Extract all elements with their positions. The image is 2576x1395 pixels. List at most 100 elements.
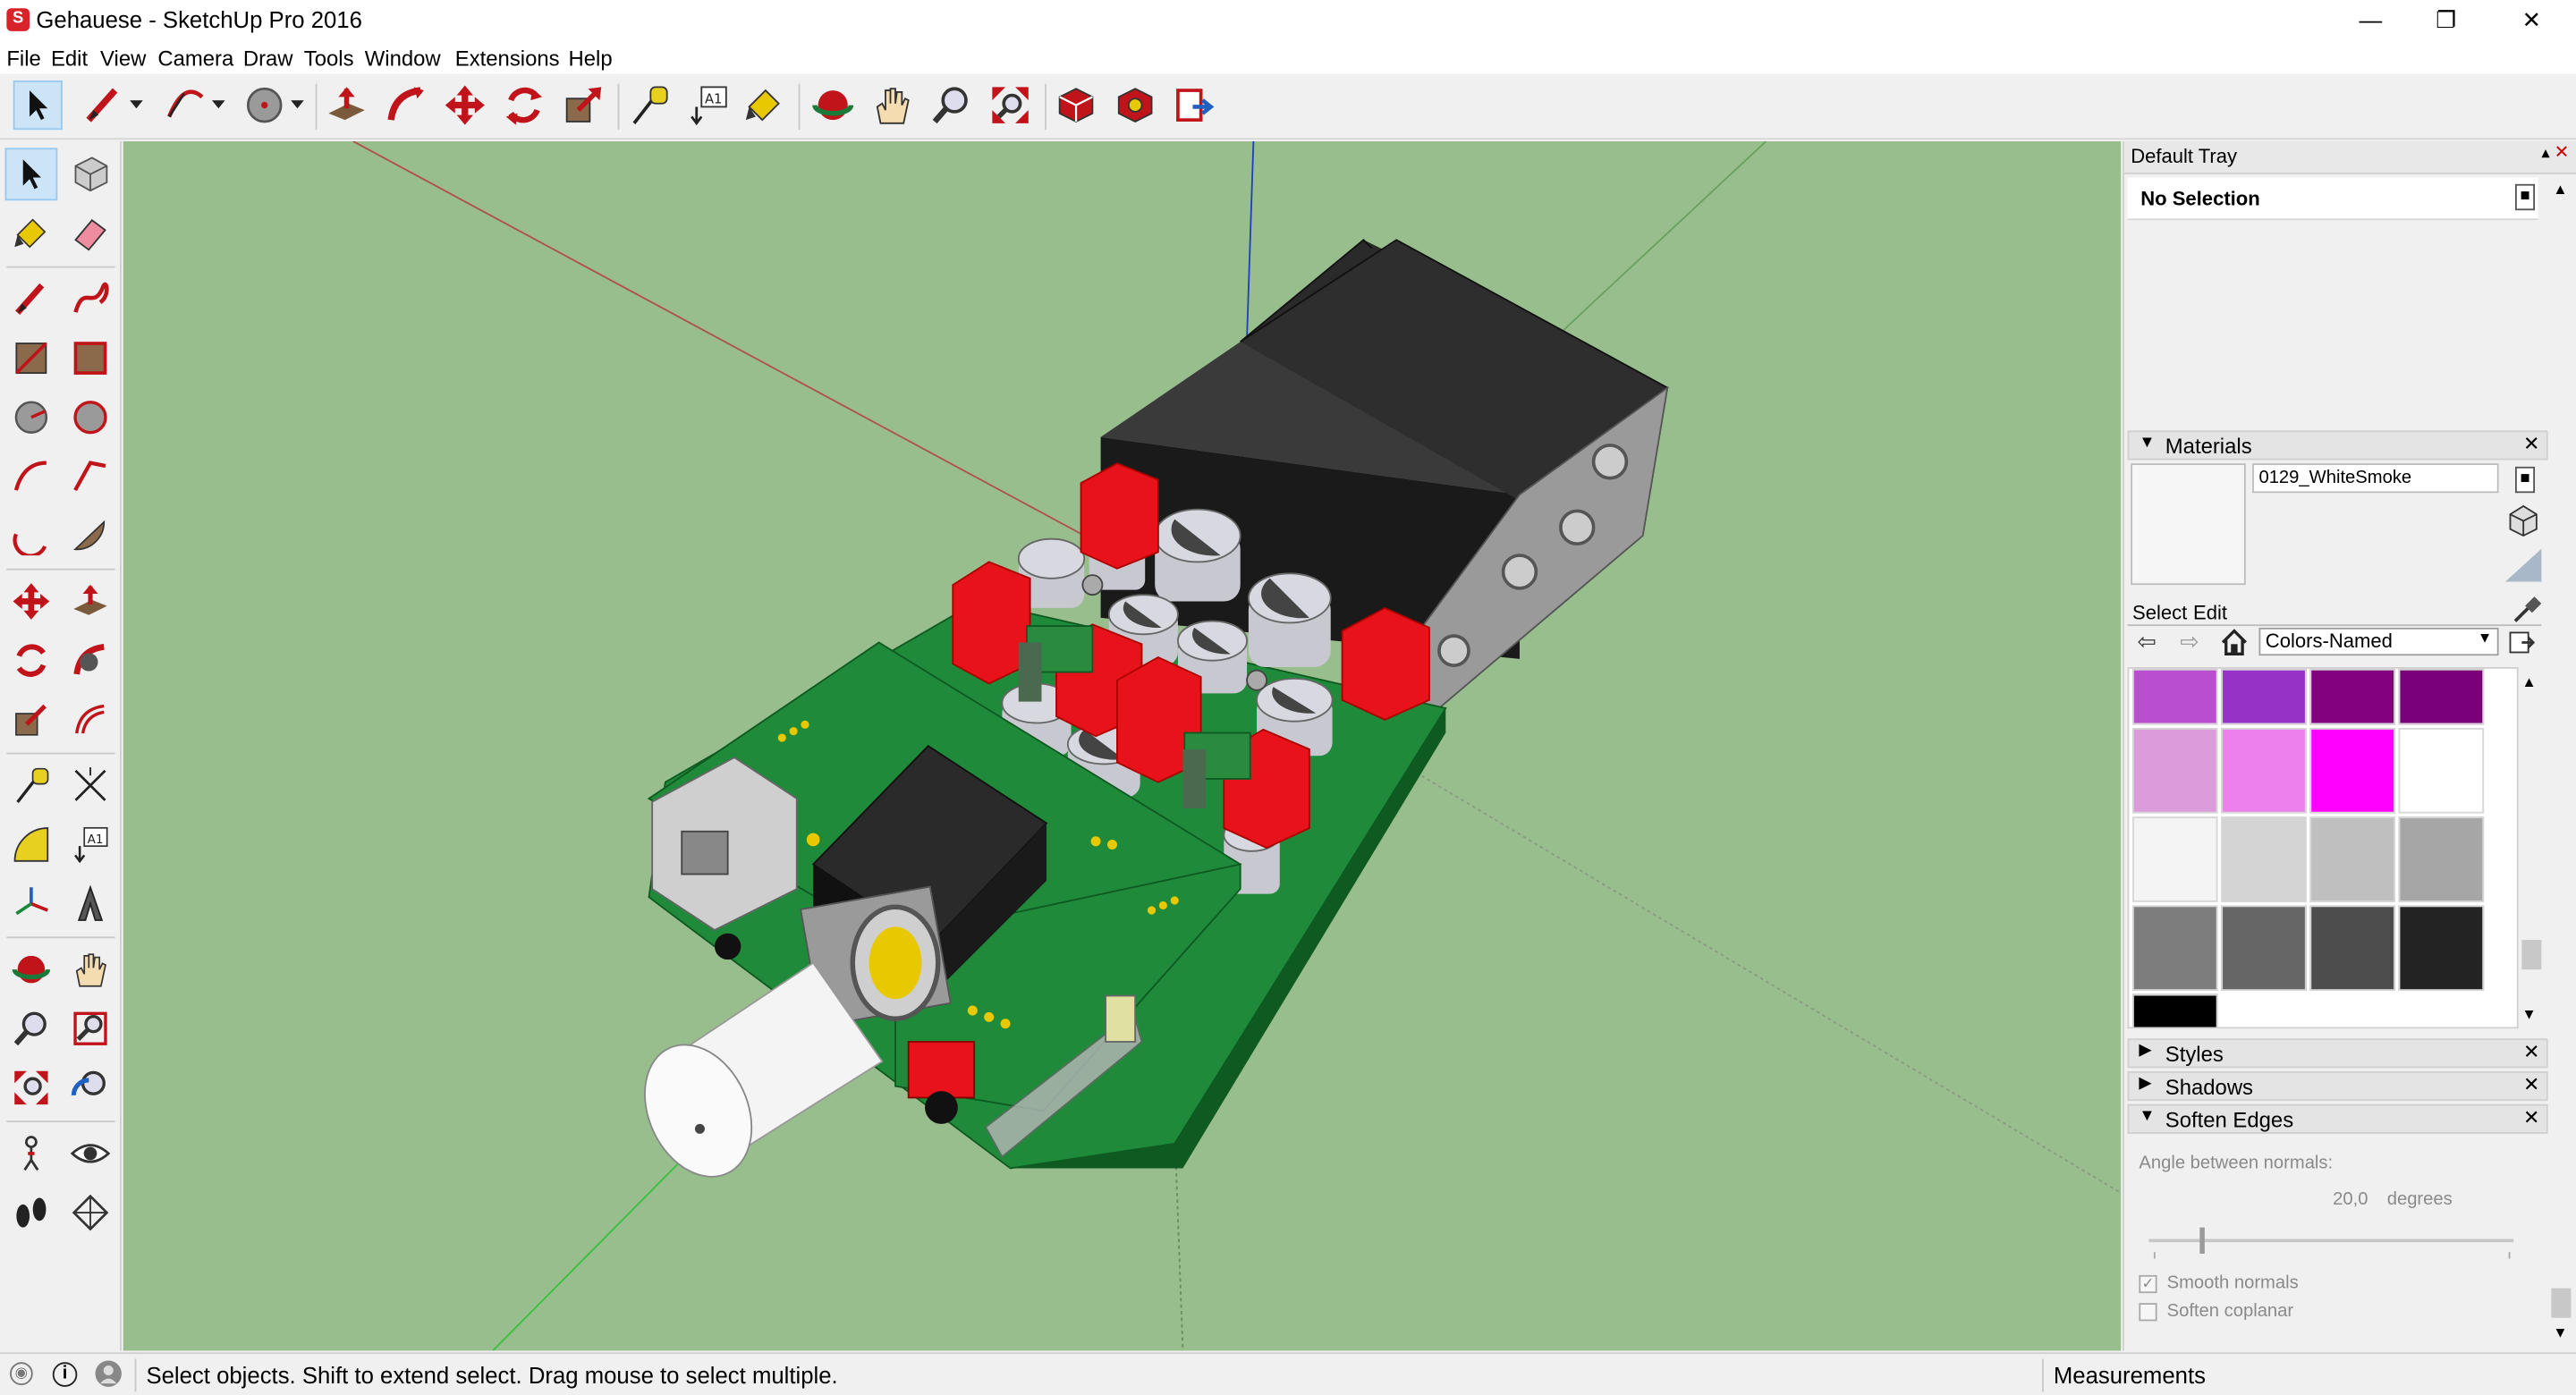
scroll-up-icon[interactable]: ▲ — [2521, 673, 2536, 689]
swatch-3[interactable] — [2398, 668, 2485, 725]
text-tool-icon[interactable]: A1 — [683, 80, 733, 130]
shadows-header[interactable]: ▶ Shadows ✕ — [2127, 1071, 2548, 1102]
swatch-7[interactable] — [2398, 728, 2485, 814]
paint-bucket-icon[interactable] — [5, 207, 58, 260]
swatch-9[interactable] — [2221, 816, 2307, 902]
move-tool-icon[interactable] — [440, 80, 489, 130]
pie-icon[interactable] — [64, 510, 117, 562]
eraser-icon[interactable] — [64, 207, 117, 260]
rotated-rectangle-icon[interactable] — [64, 332, 117, 385]
walk-icon[interactable] — [5, 1187, 58, 1239]
sample-paint-icon[interactable] — [2505, 503, 2541, 538]
pan-icon[interactable] — [64, 943, 117, 996]
orbit-tool-icon[interactable] — [809, 80, 858, 130]
tray-scrollbar[interactable]: ▲ ▼ — [2547, 177, 2575, 1348]
rectangle-icon[interactable] — [5, 332, 58, 385]
zoom-extents-icon[interactable] — [5, 1061, 58, 1114]
scroll-down-icon[interactable]: ▼ — [2521, 1006, 2536, 1022]
soften-edges-header[interactable]: ▼ Soften Edges ✕ — [2127, 1103, 2548, 1134]
swatch-5[interactable] — [2221, 728, 2307, 814]
restore-button[interactable]: ❐ — [2409, 0, 2484, 43]
styles-close-icon[interactable]: ✕ — [2523, 1040, 2539, 1063]
3d-warehouse-icon[interactable] — [1051, 80, 1100, 130]
menu-view[interactable]: View — [100, 46, 146, 71]
home-icon[interactable] — [2219, 628, 2249, 657]
tape-measure-tool-icon[interactable] — [624, 80, 674, 130]
zoom-tool-icon[interactable] — [927, 80, 976, 130]
circle-icon[interactable] — [5, 391, 58, 444]
make-component-icon[interactable] — [64, 148, 117, 200]
section-plane-icon[interactable] — [64, 1187, 117, 1239]
details-arrow-icon[interactable] — [2509, 630, 2536, 655]
swatch-10[interactable] — [2309, 816, 2395, 902]
material-name-input[interactable] — [2252, 463, 2499, 494]
arc-icon[interactable] — [5, 450, 58, 503]
model-viewport[interactable] — [123, 141, 2122, 1351]
geo-location-icon[interactable]: ◉ — [10, 1362, 33, 1386]
follow-me-tool-icon[interactable] — [381, 80, 430, 130]
line-icon[interactable] — [5, 273, 58, 326]
swatch-11[interactable] — [2398, 816, 2485, 902]
3d-text-icon[interactable] — [64, 877, 117, 930]
measurements-input[interactable] — [2218, 1357, 2576, 1393]
extension-warehouse-icon[interactable] — [1111, 80, 1160, 130]
user-account-icon[interactable] — [95, 1360, 122, 1387]
pan-tool-icon[interactable] — [868, 80, 917, 130]
line-tool-icon[interactable] — [79, 80, 128, 130]
styles-header[interactable]: ▶ Styles ✕ — [2127, 1038, 2548, 1069]
rotate-tool-icon[interactable] — [499, 80, 548, 130]
tray-close-icon[interactable]: ✕ — [2555, 141, 2570, 163]
swatch-6[interactable] — [2309, 728, 2395, 814]
menu-help[interactable]: Help — [568, 46, 612, 71]
tape-measure-icon[interactable] — [5, 759, 58, 812]
eyedropper-icon[interactable] — [2512, 595, 2542, 624]
protractor-icon[interactable] — [5, 818, 58, 871]
scroll-thumb[interactable] — [2521, 940, 2542, 970]
library-select[interactable]: Colors-Named ▼ — [2258, 627, 2499, 656]
scale-icon[interactable] — [5, 693, 58, 746]
menu-file[interactable]: File — [6, 46, 40, 71]
menu-window[interactable]: Window — [365, 46, 441, 71]
push-pull-icon[interactable] — [64, 575, 117, 628]
shape-dropdown-icon[interactable] — [286, 80, 309, 130]
select-tool-icon[interactable] — [13, 80, 63, 131]
scroll-down-icon[interactable]: ▼ — [2553, 1324, 2567, 1340]
tray-scroll-thumb[interactable] — [2551, 1288, 2572, 1318]
pin-icon[interactable]: ▴ — [2541, 145, 2549, 163]
three-point-arc-icon[interactable] — [5, 510, 58, 562]
rotate-icon[interactable] — [5, 634, 58, 687]
create-material-icon[interactable]: ■ — [2514, 466, 2536, 494]
arc-tool-icon[interactable] — [161, 80, 210, 130]
zoom-icon[interactable] — [5, 1002, 58, 1055]
soften-edges-close-icon[interactable]: ✕ — [2523, 1106, 2539, 1129]
close-button[interactable]: ✕ — [2494, 0, 2569, 43]
swatch-4[interactable] — [2132, 728, 2218, 814]
soften-coplanar-checkbox[interactable] — [2139, 1303, 2157, 1322]
menu-edit[interactable]: Edit — [51, 46, 88, 71]
credits-info-icon[interactable]: i — [52, 1362, 78, 1387]
dimension-icon[interactable] — [64, 759, 117, 812]
forward-arrow-icon[interactable]: ⇨ — [2180, 628, 2199, 655]
swatch-0[interactable] — [2132, 668, 2218, 725]
back-arrow-icon[interactable]: ⇦ — [2138, 628, 2157, 655]
smooth-normals-checkbox[interactable]: ✓ — [2139, 1274, 2157, 1294]
swatch-8[interactable] — [2132, 816, 2218, 902]
arc-dropdown-icon[interactable] — [207, 80, 230, 130]
zoom-window-icon[interactable] — [64, 1002, 117, 1055]
display-secondary-icon[interactable] — [2502, 545, 2545, 585]
swatch-16[interactable] — [2132, 993, 2218, 1027]
details-toggle-icon[interactable]: ■ — [2514, 183, 2536, 211]
swatch-13[interactable] — [2221, 905, 2307, 992]
scale-tool-icon[interactable] — [558, 80, 607, 130]
text-icon[interactable]: A1 — [64, 818, 117, 871]
freehand-icon[interactable] — [64, 273, 117, 326]
position-camera-icon[interactable] — [5, 1128, 58, 1180]
axes-icon[interactable] — [5, 877, 58, 930]
swatch-1[interactable] — [2221, 668, 2307, 725]
look-around-icon[interactable] — [64, 1128, 117, 1180]
offset-icon[interactable] — [64, 693, 117, 746]
menu-camera[interactable]: Camera — [157, 46, 233, 71]
zoom-extents-tool-icon[interactable] — [986, 80, 1035, 130]
push-pull-tool-icon[interactable] — [322, 80, 371, 130]
follow-me-icon[interactable] — [64, 634, 117, 687]
